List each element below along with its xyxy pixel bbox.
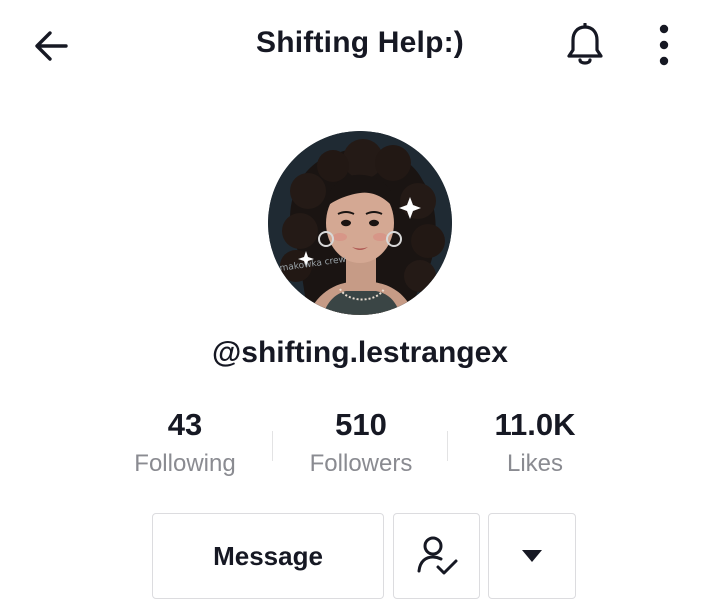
vertical-dots-icon (659, 24, 669, 66)
stats-row: 43 Following 510 Followers 11.0K Likes (0, 405, 720, 485)
following-button[interactable] (393, 513, 480, 599)
user-check-icon (417, 536, 457, 575)
top-bar: Shifting Help:) (0, 0, 720, 90)
likes-label: Likes (506, 450, 564, 477)
avatar-illustration: makowka crew (268, 131, 452, 315)
stat-following[interactable]: 43 Following (105, 405, 265, 479)
avatar[interactable]: makowka crew (268, 131, 452, 315)
username: @shifting.lestrangex (212, 336, 508, 369)
notification-button[interactable] (560, 20, 610, 70)
caret-down-icon (522, 550, 542, 562)
followers-count: 510 (335, 407, 387, 442)
followers-label: Followers (309, 450, 413, 477)
bell-icon (567, 23, 603, 65)
stat-divider (272, 431, 273, 461)
following-count: 43 (167, 407, 203, 442)
page-title: Shifting Help:) (256, 26, 464, 59)
stat-likes[interactable]: 11.0K Likes (455, 405, 615, 479)
profile-page: Shifting Help:) makowka crew @shifting.l… (0, 0, 720, 612)
stat-followers[interactable]: 510 Followers (281, 405, 441, 479)
dropdown-button[interactable] (488, 513, 576, 599)
likes-count: 11.0K (494, 407, 576, 442)
stat-divider (447, 431, 448, 461)
following-label: Following (134, 450, 236, 477)
profile-actions: Message (0, 513, 720, 601)
message-button[interactable]: Message (152, 513, 384, 599)
more-options-button[interactable] (642, 20, 686, 70)
